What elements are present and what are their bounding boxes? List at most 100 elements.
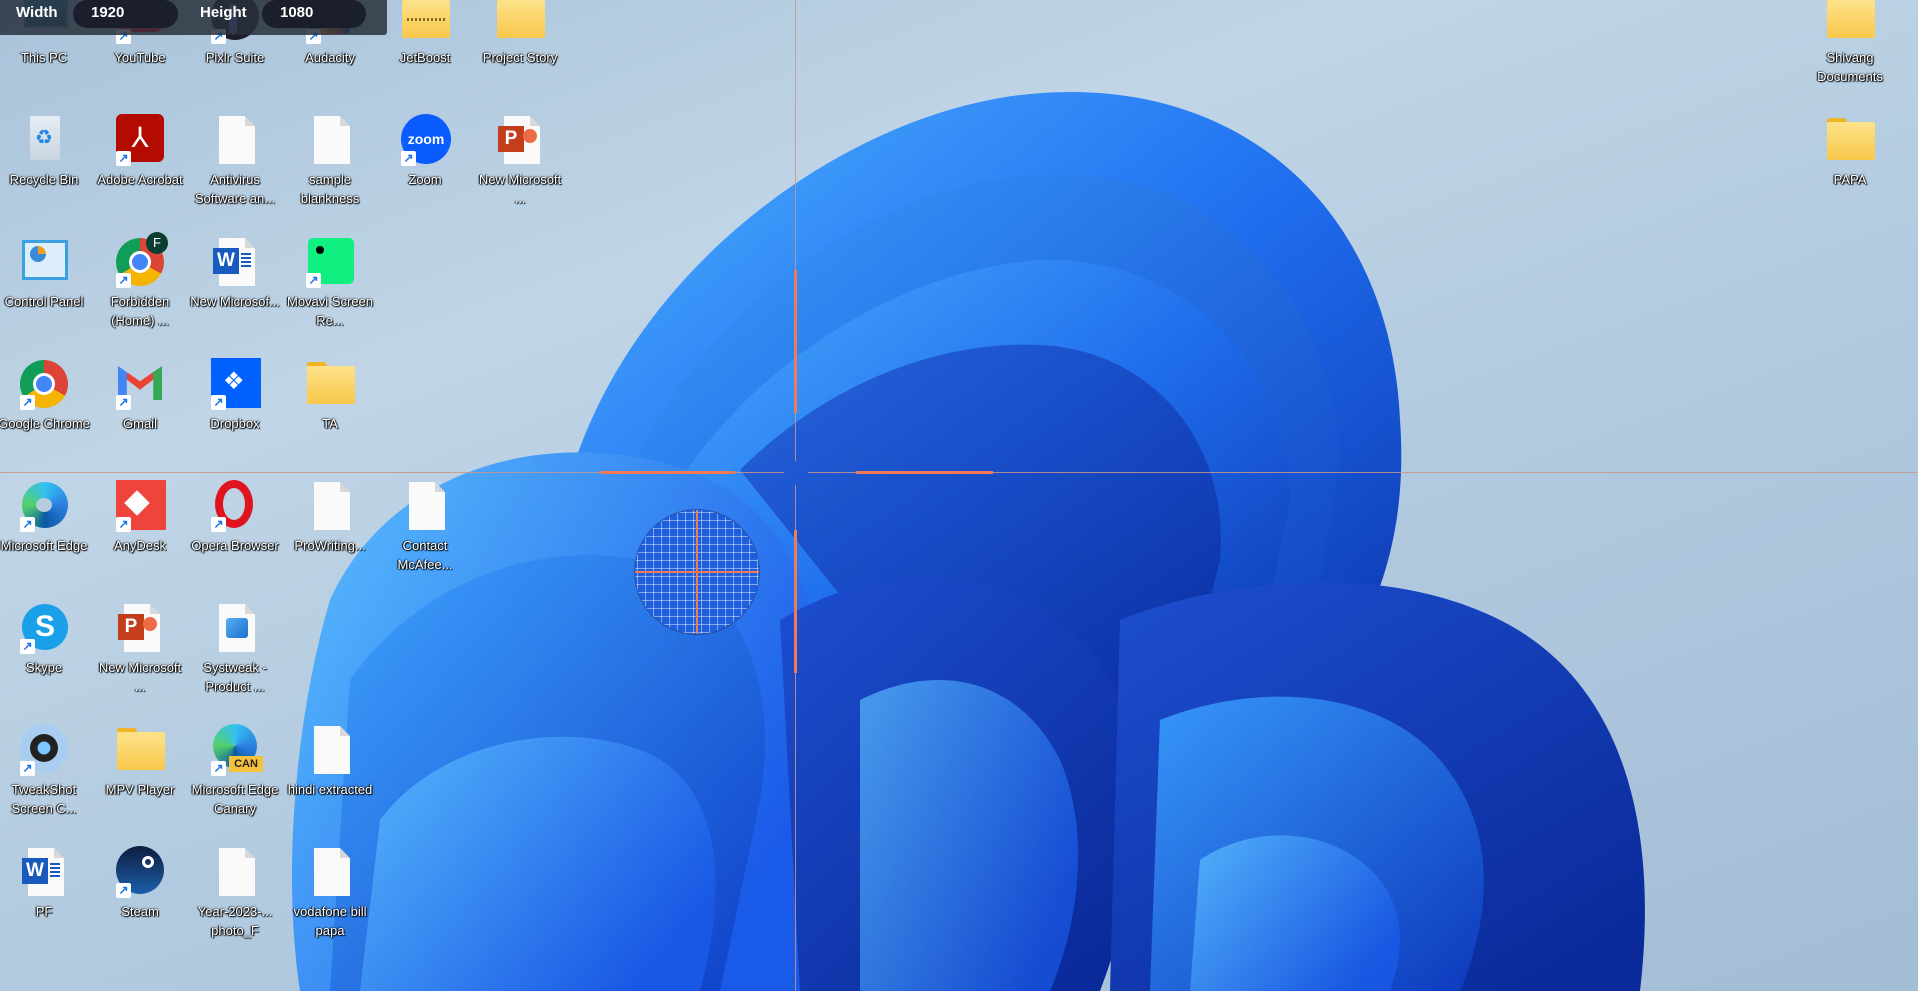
desktop-icon-label: TweakShot Screen C...	[11, 782, 77, 816]
desktop-icon-label: This PC	[20, 50, 68, 65]
width-label: Width	[16, 4, 58, 21]
desktop-icon-shivang-documents[interactable]: Shivang Documents	[1804, 0, 1896, 86]
powerpoint-file-icon: P	[494, 114, 546, 166]
desktop-icon-new-microsoft[interactable]: P New Microsoft ...	[474, 114, 566, 208]
desktop-icon-label: TA	[322, 416, 338, 431]
desktop-icon-adobe-acrobat[interactable]: ⅄ ↗ Adobe Acrobat	[94, 114, 186, 189]
desktop-icon-year-2023-photo-f[interactable]: Year-2023-... photo_F	[189, 846, 281, 940]
shortcut-arrow-icon: ↗	[401, 151, 416, 166]
desktop-icon-mpv-player[interactable]: MPV Player	[94, 724, 186, 799]
desktop-icon-sample-blankness[interactable]: sample blankness	[284, 114, 376, 208]
desktop-icon-forbidden-home[interactable]: F ↗ Forbidden (Home) ...	[94, 232, 186, 330]
edge-canary-icon: CAN ↗	[209, 724, 263, 776]
desktop-icon-anydesk[interactable]: ↗ AnyDesk	[94, 480, 186, 555]
image-file-icon	[209, 602, 261, 654]
desktop-icon-label: Year-2023-... photo_F	[197, 904, 273, 938]
file-icon	[209, 114, 261, 166]
desktop-icon-label: Systweak - Product ...	[203, 660, 267, 694]
desktop-icon-new-microsof[interactable]: W New Microsof...	[189, 236, 281, 311]
magnifier-loupe	[635, 510, 759, 634]
chrome-profile-icon: F ↗	[114, 232, 168, 288]
desktop-icon-label: Dropbox	[210, 416, 260, 431]
desktop-icon-new-microsoft[interactable]: P New Microsoft ...	[94, 602, 186, 696]
desktop-icon-jetboost[interactable]: JetBoost	[379, 0, 471, 67]
edge-icon: ↗	[18, 480, 70, 532]
desktop-icon-zoom[interactable]: zoom ↗ Zoom	[379, 114, 471, 189]
desktop-icon-dropbox[interactable]: ❖ ↗ Dropbox	[189, 358, 281, 433]
desktop-icon-skype[interactable]: S ↗ Skype	[0, 602, 90, 677]
file-icon	[304, 114, 356, 166]
desktop-icon-label: Project Story	[482, 50, 558, 65]
desktop-icon-label: Gmail	[123, 416, 157, 431]
movavi-icon: ↗	[304, 236, 356, 288]
shortcut-arrow-icon: ↗	[20, 395, 35, 410]
desktop-icon-tweakshot-screen-c[interactable]: ↗ TweakShot Screen C...	[0, 724, 90, 818]
desktop-icon-microsoft-edge-canary[interactable]: CAN ↗ Microsoft Edge Canary	[189, 724, 281, 818]
desktop-icon-vodafone-bill-papa[interactable]: vodafone bill papa	[284, 846, 376, 940]
desktop-icon-label: Audacity	[305, 50, 355, 65]
shortcut-arrow-icon: ↗	[20, 517, 35, 532]
height-value-field[interactable]: 1080	[262, 0, 366, 28]
desktop-icon-prowriting[interactable]: ProWriting...	[284, 480, 376, 555]
desktop-icon-hindi-extracted[interactable]: hindi extracted	[284, 724, 376, 799]
powerpoint-file-icon: P	[114, 602, 166, 654]
desktop-icon-label: sample blankness	[300, 172, 360, 206]
desktop-icon-label: hindi extracted	[287, 782, 373, 797]
desktop-icon-microsoft-edge[interactable]: ↗ Microsoft Edge	[0, 480, 90, 555]
desktop-icon-papa[interactable]: PAPA	[1804, 114, 1896, 189]
crosshair-marker-left	[600, 471, 735, 474]
desktop-icon-label: PAPA	[1833, 172, 1867, 187]
recycle-bin-icon: ♻	[18, 114, 70, 166]
desktop-icon-label: Steam	[121, 904, 159, 919]
desktop-icon-label: New Microsof...	[190, 294, 280, 309]
desktop-icon-label: Skype	[25, 660, 63, 675]
width-value-field[interactable]: 1920	[73, 0, 178, 28]
desktop-icon-google-chrome[interactable]: ↗ Google Chrome	[0, 358, 90, 433]
desktop-icon-label: New Microsoft ...	[98, 660, 182, 694]
desktop-icon-contact-mcafee[interactable]: Contact McAfee...	[379, 480, 471, 574]
folder-icon	[1824, 114, 1876, 166]
desktop-icon-gmail[interactable]: ↗ Gmail	[94, 358, 186, 433]
desktop-icon-label: vodafone bill papa	[293, 904, 367, 938]
desktop-icon-pf[interactable]: W PF	[0, 846, 90, 921]
desktop-icon-systweak-product[interactable]: Systweak - Product ...	[189, 602, 281, 696]
crosshair-marker-bottom	[794, 530, 797, 673]
file-icon	[399, 480, 451, 532]
desktop-icon-recycle-bin[interactable]: ♻ Recycle Bin	[0, 114, 90, 189]
height-label: Height	[200, 4, 247, 21]
desktop-icon-label: Adobe Acrobat	[97, 172, 183, 187]
file-icon	[304, 724, 356, 776]
desktop-icon-antivirus-software-an[interactable]: Antivirus Software an...	[189, 114, 281, 208]
desktop-icon-ta[interactable]: TA	[284, 358, 376, 433]
desktop-icon-label: Google Chrome	[0, 416, 90, 431]
desktop-icon-label: Zoom	[408, 172, 442, 187]
desktop-icon-label: ProWriting...	[294, 538, 366, 553]
file-icon	[304, 480, 356, 532]
desktop-icon-label: Microsoft Edge	[0, 538, 88, 553]
shortcut-arrow-icon: ↗	[116, 883, 131, 898]
word-file-icon: W	[209, 236, 261, 288]
folder-icon	[1824, 0, 1876, 44]
folder-icon	[304, 358, 356, 410]
folder-icon	[494, 0, 546, 44]
file-icon	[304, 846, 356, 898]
desktop-icon-project-story[interactable]: Project Story	[474, 0, 566, 67]
zip-folder-icon	[399, 0, 451, 44]
shortcut-arrow-icon: ↗	[116, 151, 131, 166]
dropbox-icon: ❖ ↗	[209, 358, 261, 410]
anydesk-icon: ↗	[114, 480, 166, 532]
control-panel-icon	[18, 236, 70, 288]
desktop-icon-steam[interactable]: ↗ Steam	[94, 846, 186, 921]
shortcut-arrow-icon: ↗	[20, 761, 35, 776]
desktop-icon-label: New Microsoft ...	[478, 172, 562, 206]
desktop-icon-opera-browser[interactable]: ↗ Opera Browser	[189, 480, 281, 555]
shortcut-arrow-icon: ↗	[211, 761, 226, 776]
tweakshot-icon: ↗	[18, 724, 70, 776]
desktop-icon-label: PF	[35, 904, 53, 919]
desktop-icon-movavi-screen-re[interactable]: ↗ Movavi Screen Re...	[284, 236, 376, 330]
gmail-icon: ↗	[114, 358, 166, 410]
acrobat-icon: ⅄ ↗	[114, 114, 166, 166]
desktop-icon-label: Control Panel	[4, 294, 84, 309]
desktop-icon-control-panel[interactable]: Control Panel	[0, 236, 90, 311]
crosshair-marker-top	[794, 270, 797, 413]
